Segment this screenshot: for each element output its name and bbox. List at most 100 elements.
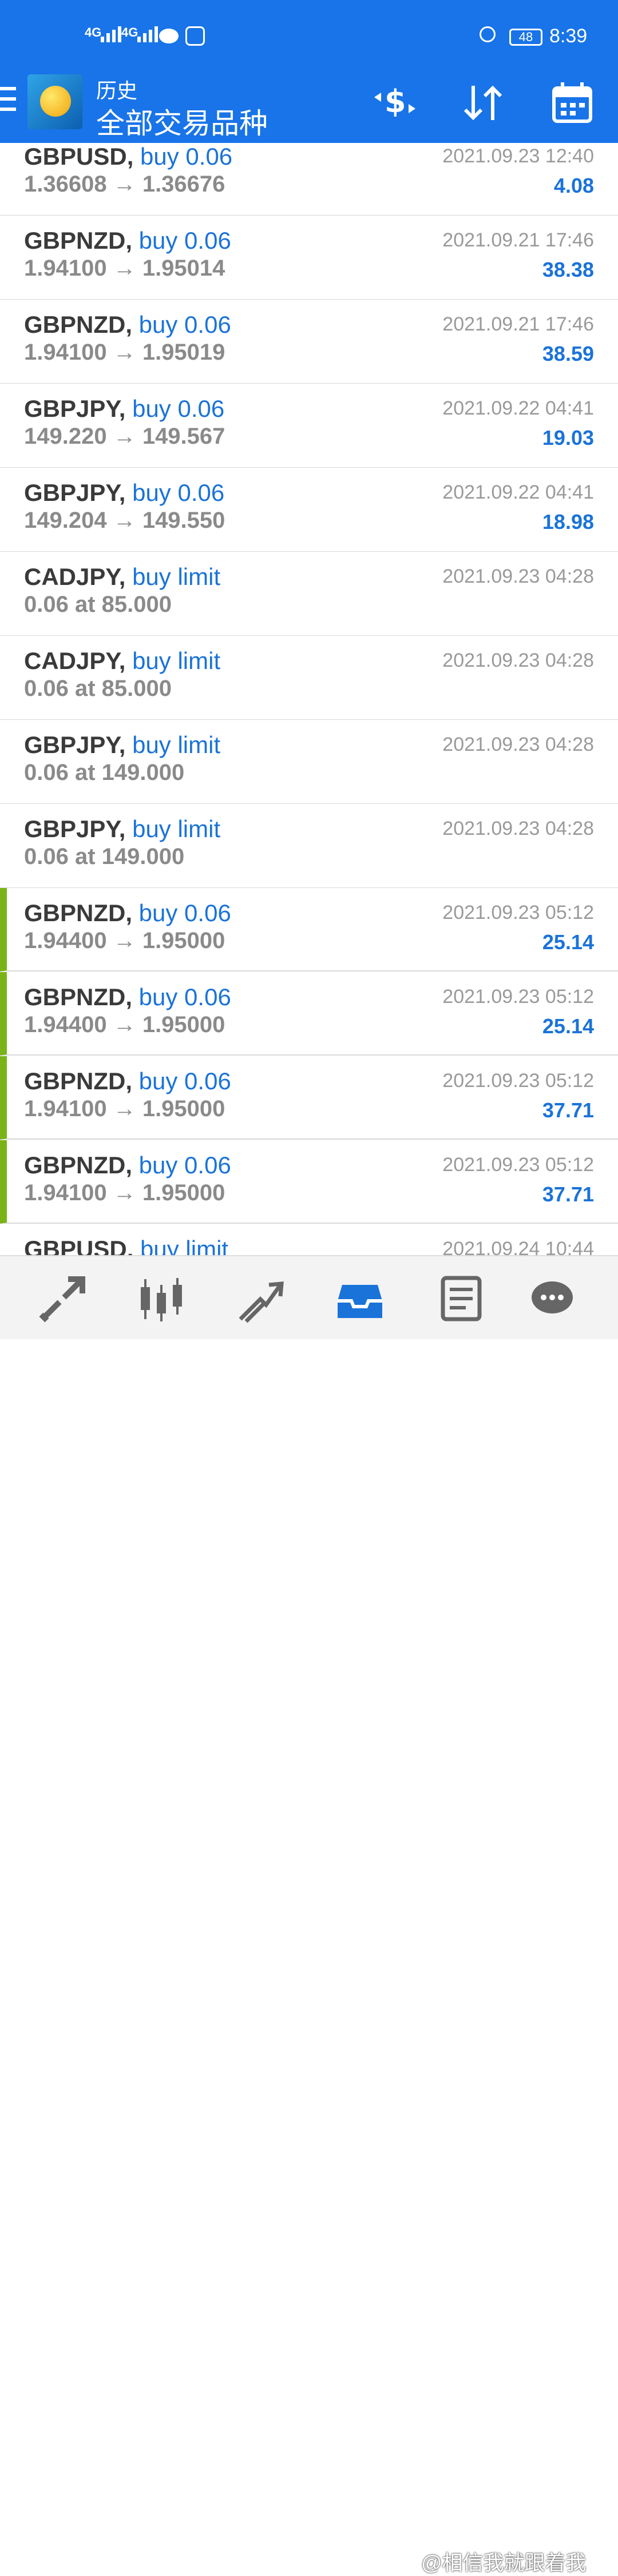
- calendar-icon[interactable]: [549, 80, 595, 126]
- trade-row[interactable]: CADJPY, buy limit 0.06 at 85.000 2021.09.2…: [0, 636, 618, 720]
- trade-date: 2021.09.23 12:40: [442, 145, 594, 167]
- trade-price: 1.94100 → 1.95000: [24, 1180, 225, 1205]
- status-bar: 4G 4G 48 8:39: [0, 0, 618, 74]
- symbol-label: GBPUSD,: [24, 1236, 134, 1255]
- trade-side: buy 0.06: [138, 227, 231, 254]
- trade-symbol: GBPJPY, buy 0.06: [24, 395, 224, 423]
- trade-symbol: GBPJPY, buy 0.06: [24, 479, 224, 507]
- trade-price: 149.220 → 149.567: [24, 424, 225, 449]
- trade-price: 0.06 at 149.000: [24, 760, 185, 785]
- trade-date: 2021.09.23 04:28: [442, 566, 594, 587]
- trade-profit: 25.14: [542, 930, 594, 954]
- trade-history-list[interactable]: GBPUSD, buy 0.06 1.36608 → 1.36676 2021.09…: [0, 143, 618, 1255]
- quotes-icon[interactable]: [37, 1273, 88, 1325]
- signal-bars-icon: [137, 26, 158, 42]
- trade-date: 2021.09.23 05:12: [442, 986, 594, 1008]
- trade-price: 1.94400 → 1.95000: [24, 1012, 225, 1037]
- symbol-label: GBPJPY,: [24, 731, 126, 758]
- trade-row[interactable]: GBPNZD, buy 0.06 1.94100 → 1.95000 2021.09…: [0, 1140, 618, 1224]
- trade-row[interactable]: GBPJPY, buy 0.06 149.220 → 149.567 2021.09…: [0, 384, 618, 468]
- trade-symbol: GBPNZD, buy 0.06: [24, 227, 231, 254]
- trade-row[interactable]: GBPNZD, buy 0.06 1.94100 → 1.95000 2021.09…: [0, 1056, 618, 1140]
- symbol-label: GBPJPY,: [24, 815, 126, 842]
- trade-side: buy 0.06: [138, 899, 231, 926]
- trade-side: buy limit: [132, 815, 221, 842]
- trade-row[interactable]: GBPNZD, buy 0.06 1.94400 → 1.95000 2021.09…: [0, 972, 618, 1056]
- header: 历史 全部交易品种 $: [0, 74, 618, 143]
- trade-profit: 19.03: [542, 426, 594, 449]
- trade-side: buy limit: [132, 731, 221, 758]
- watermark: @相信我就跟着我: [421, 2551, 587, 2574]
- page-title[interactable]: 全部交易品种: [96, 101, 268, 142]
- symbol-label: GBPNZD,: [24, 311, 132, 338]
- trade-row[interactable]: GBPUSD, buy 0.06 1.36608 → 1.36676 2021.09…: [0, 143, 618, 216]
- trade-row[interactable]: GBPJPY, buy limit 0.06 at 149.000 2021.09.…: [0, 804, 618, 889]
- alarm-icon: [480, 26, 496, 42]
- trade-profit: 4.08: [553, 174, 594, 197]
- trade-side: buy 0.06: [140, 143, 233, 170]
- trade-side: buy 0.06: [132, 479, 225, 506]
- trade-side: buy limit: [132, 647, 221, 674]
- trade-date: 2021.09.22 04:41: [442, 481, 594, 503]
- trade-row[interactable]: GBPNZD, buy 0.06 1.94100 → 1.95014 2021.09…: [0, 216, 618, 300]
- trade-symbol: GBPNZD, buy 0.06: [24, 984, 231, 1011]
- trade-price: 1.94100 → 1.95014: [24, 256, 225, 281]
- trade-date: 2021.09.24 10:44: [442, 1238, 594, 1255]
- symbol-label: GBPJPY,: [24, 479, 126, 506]
- app-logo-icon: [27, 74, 82, 129]
- trade-profit: 38.59: [542, 342, 594, 365]
- menu-icon[interactable]: [0, 87, 16, 113]
- message-icon: [159, 29, 179, 43]
- trade-profit: 38.38: [542, 258, 594, 281]
- trade-profit: 37.71: [542, 1183, 594, 1206]
- history-icon[interactable]: [334, 1273, 386, 1325]
- svg-text:$: $: [385, 83, 406, 120]
- trade-price: 1.94100 → 1.95019: [24, 340, 225, 365]
- trade-price: 0.06 at 85.000: [24, 592, 172, 617]
- trade-row[interactable]: GBPJPY, buy 0.06 149.204 → 149.550 2021.09…: [0, 468, 618, 552]
- trade-price: 1.94400 → 1.95000: [24, 928, 225, 953]
- trade-symbol: GBPNZD, buy 0.06: [24, 1152, 231, 1179]
- trade-date: 2021.09.23 04:28: [442, 650, 594, 671]
- trade-side: buy limit: [132, 563, 221, 590]
- header-subtitle: 历史: [96, 79, 138, 102]
- trade-symbol: GBPNZD, buy 0.06: [24, 1068, 231, 1095]
- symbol-label: GBPUSD,: [24, 143, 134, 170]
- trade-date: 2021.09.22 04:41: [442, 397, 594, 419]
- trade-date: 2021.09.23 05:12: [442, 1154, 594, 1176]
- trade-profit: 25.14: [542, 1014, 594, 1038]
- news-icon[interactable]: [434, 1273, 485, 1325]
- trade-icon[interactable]: [235, 1273, 286, 1325]
- symbol-label: GBPNZD,: [24, 899, 132, 926]
- trade-symbol: CADJPY, buy limit: [24, 563, 220, 591]
- trade-row[interactable]: CADJPY, buy limit 0.06 at 85.000 2021.09.2…: [0, 552, 618, 636]
- trade-row[interactable]: GBPNZD, buy 0.06 1.94400 → 1.95000 2021.09…: [0, 888, 618, 972]
- symbol-label: GBPNZD,: [24, 984, 132, 1010]
- trade-price: 0.06 at 149.000: [24, 844, 185, 869]
- trade-price: 149.204 → 149.550: [24, 508, 225, 533]
- symbol-label: GBPJPY,: [24, 395, 126, 422]
- trade-date: 2021.09.23 05:12: [442, 1070, 594, 1092]
- battery-icon: 48: [509, 29, 542, 46]
- trade-side: buy 0.06: [132, 395, 225, 422]
- trade-price: 1.94100 → 1.95000: [24, 1096, 225, 1121]
- trade-row[interactable]: GBPJPY, buy limit 0.06 at 149.000 2021.09.…: [0, 720, 618, 805]
- chat-icon[interactable]: [526, 1273, 578, 1325]
- trade-row[interactable]: GBPUSD, buy limit 2021.09.24 10:44: [0, 1224, 618, 1255]
- trade-price: 0.06 at 85.000: [24, 676, 172, 701]
- symbol-label: CADJPY,: [24, 563, 126, 590]
- trade-date: 2021.09.23 05:12: [442, 902, 594, 923]
- trade-side: buy 0.06: [138, 1068, 231, 1094]
- trade-profit: 37.71: [542, 1098, 594, 1122]
- chart-icon[interactable]: [136, 1273, 188, 1325]
- trade-symbol: CADJPY, buy limit: [24, 647, 220, 675]
- currency-exchange-icon[interactable]: $: [372, 80, 418, 126]
- app-bar: 4G 4G 48 8:39 历史 全部交易品种 $: [0, 0, 618, 143]
- trade-symbol: GBPNZD, buy 0.06: [24, 899, 231, 927]
- sort-icon[interactable]: [461, 80, 506, 126]
- symbol-label: GBPNZD,: [24, 1152, 132, 1178]
- hotspot-icon: [185, 26, 205, 46]
- trade-row[interactable]: GBPNZD, buy 0.06 1.94100 → 1.95019 2021.09…: [0, 300, 618, 384]
- signal-bars-icon: [101, 26, 121, 42]
- trade-symbol: GBPJPY, buy limit: [24, 731, 220, 759]
